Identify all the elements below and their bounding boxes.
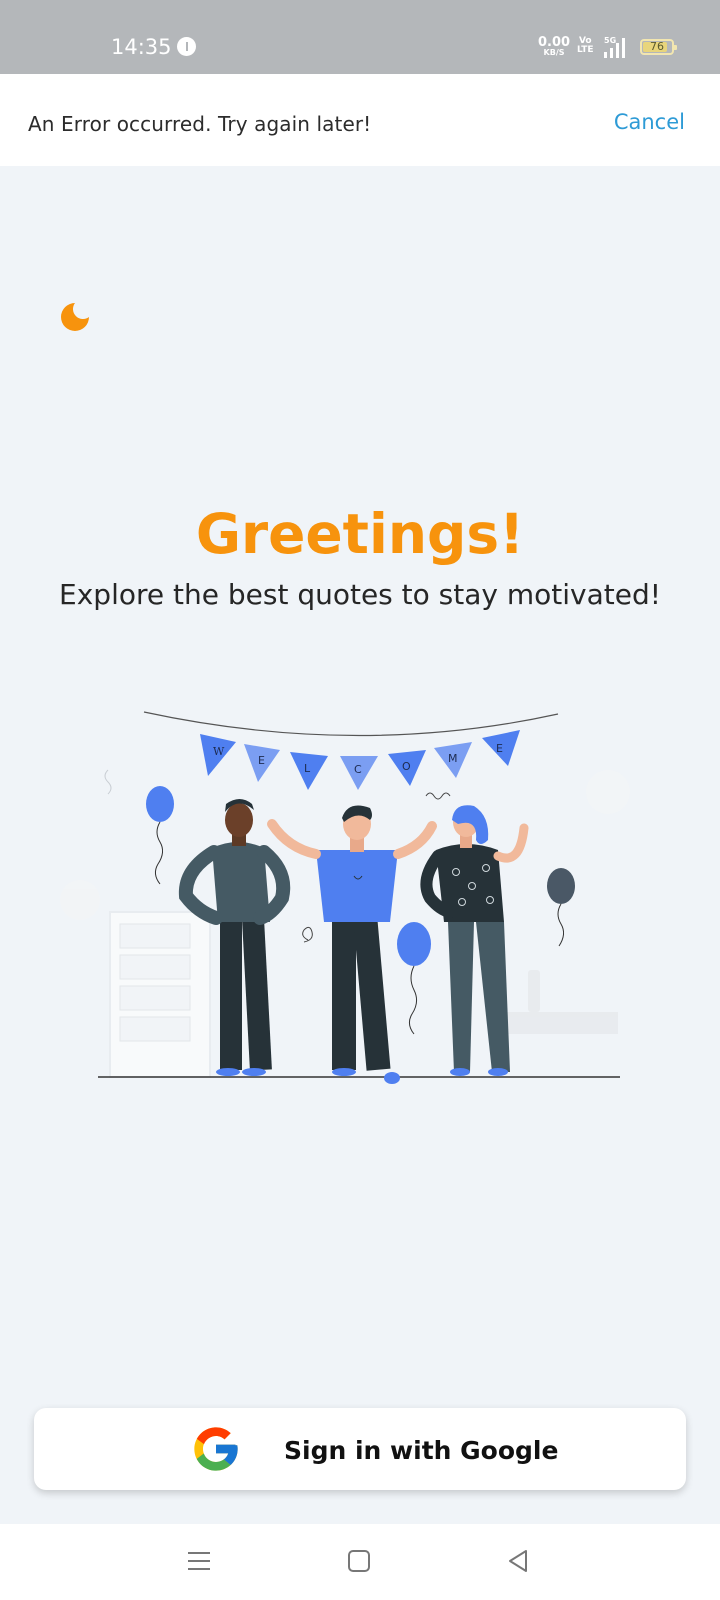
error-message: An Error occurred. Try again later! — [28, 112, 372, 136]
error-banner: An Error occurred. Try again later! Canc… — [0, 74, 720, 166]
status-time: 14:35 — [111, 35, 172, 59]
banner-letter: M — [448, 752, 458, 765]
cancel-button[interactable]: Cancel — [614, 110, 685, 134]
banner-letter: E — [258, 754, 265, 767]
info-icon — [177, 37, 196, 56]
back-icon[interactable] — [504, 1546, 534, 1576]
navigation-bar — [0, 1524, 720, 1600]
banner-letter: L — [304, 762, 311, 775]
battery-icon: 76 — [640, 39, 677, 55]
banner-letter: O — [402, 760, 411, 773]
banner-letter: W — [213, 745, 225, 758]
volte-icon: Vo LTE — [577, 37, 594, 55]
volte-bottom-label: LTE — [577, 45, 594, 55]
banner-letter: E — [496, 742, 503, 755]
google-icon — [194, 1427, 238, 1471]
network-speed: 0.00 KB/S — [538, 36, 570, 57]
moon-icon[interactable] — [58, 300, 92, 334]
battery-level: 76 — [650, 40, 664, 53]
status-bar: 14:35 0.00 KB/S Vo LTE 5G 76 — [0, 0, 720, 74]
page-subtitle: Explore the best quotes to stay motivate… — [59, 578, 661, 611]
balloon — [146, 786, 174, 885]
balloon — [547, 868, 575, 947]
menu-icon[interactable] — [184, 1546, 214, 1576]
network-type-label: 5G — [604, 36, 617, 45]
google-sign-in-label: Sign in with Google — [284, 1436, 559, 1465]
google-sign-in-button[interactable]: Sign in with Google — [34, 1408, 686, 1490]
welcome-illustration: W E L C O M E — [60, 711, 630, 1084]
network-speed-unit: KB/S — [543, 48, 565, 57]
person-right — [420, 805, 529, 1076]
signal-icon: 5G — [604, 36, 632, 58]
home-icon[interactable] — [344, 1546, 374, 1576]
banner-letter: C — [354, 763, 362, 776]
page-title: Greetings! — [195, 502, 525, 566]
welcome-banner: W E L C O M E — [200, 730, 520, 790]
balloon — [397, 922, 431, 1035]
